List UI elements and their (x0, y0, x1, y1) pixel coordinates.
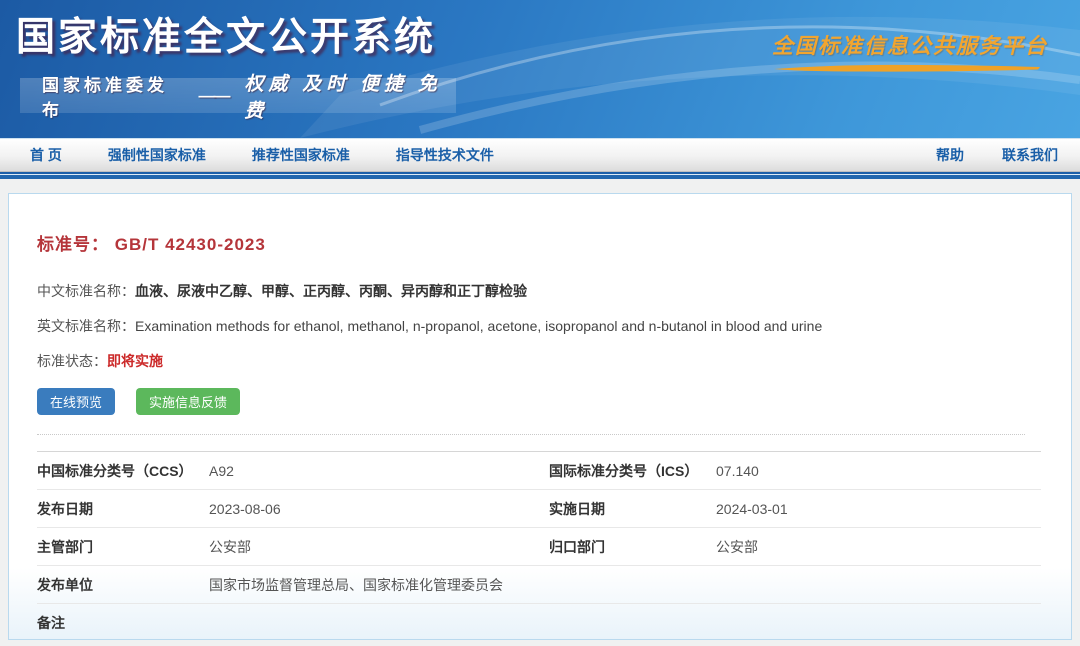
nav-item-contact-us[interactable]: 联系我们 (1002, 145, 1058, 165)
ics-value: 07.140 (716, 463, 1041, 479)
nav-item-recommended-standards[interactable]: 推荐性国家标准 (252, 145, 350, 165)
nav-underline-divider (0, 171, 1080, 179)
dash-decoration: —— (199, 86, 229, 106)
issuing-unit-label: 发布单位 (37, 575, 209, 595)
nav-left-group: 首 页 强制性国家标准 推荐性国家标准 指导性技术文件 (30, 145, 494, 165)
implement-date-label: 实施日期 (549, 499, 716, 519)
table-row: 发布单位 国家市场监督管理总局、国家标准化管理委员会 (37, 565, 1041, 603)
remarks-label: 备注 (37, 613, 209, 633)
chinese-name-line: 中文标准名称： 血液、尿液中乙醇、甲醇、正丙醇、丙酮、异丙醇和正丁醇检验 (37, 281, 1071, 301)
table-row: 中国标准分类号（CCS） A92 国际标准分类号（ICS） 07.140 (37, 451, 1041, 489)
issuing-unit-value: 国家市场监督管理总局、国家标准化管理委员会 (209, 575, 549, 595)
implementation-feedback-button[interactable]: 实施信息反馈 (136, 388, 240, 415)
standard-number-label: 标准号： (37, 235, 109, 254)
platform-name: 全国标准信息公共服务平台 (772, 30, 1048, 60)
nav-item-help[interactable]: 帮助 (936, 145, 964, 165)
header-sub-banner: 国家标准委发布 —— 权威 及时 便捷 免费 (20, 78, 456, 113)
english-name-value: Examination methods for ethanol, methano… (135, 318, 822, 334)
competent-dept-label: 主管部门 (37, 537, 209, 557)
publish-date-value: 2023-08-06 (209, 501, 549, 517)
nav-right-group: 帮助 联系我们 (936, 145, 1062, 165)
english-name-line: 英文标准名称： Examination methods for ethanol,… (37, 316, 1071, 336)
centralized-dept-label: 归口部门 (549, 537, 716, 557)
standard-detail-card: 标准号： GB/T 42430-2023 中文标准名称： 血液、尿液中乙醇、甲醇… (8, 193, 1072, 640)
chinese-name-value: 血液、尿液中乙醇、甲醇、正丙醇、丙酮、异丙醇和正丁醇检验 (135, 281, 527, 301)
table-row: 主管部门 公安部 归口部门 公安部 (37, 527, 1041, 565)
implement-date-value: 2024-03-01 (716, 501, 1041, 517)
platform-logo[interactable]: 全国标准信息公共服务平台 (772, 30, 1048, 73)
online-preview-button[interactable]: 在线预览 (37, 388, 115, 415)
action-buttons: 在线预览 实施信息反馈 (37, 388, 1071, 415)
publish-date-label: 发布日期 (37, 499, 209, 519)
competent-dept-value: 公安部 (209, 537, 549, 557)
ccs-value: A92 (209, 463, 549, 479)
table-row: 发布日期 2023-08-06 实施日期 2024-03-01 (37, 489, 1041, 527)
table-row: 备注 (37, 603, 1041, 641)
status-label: 标准状态： (37, 351, 107, 371)
centralized-dept-value: 公安部 (716, 537, 1041, 557)
status-line: 标准状态： 即将实施 (37, 351, 1071, 371)
site-title[interactable]: 国家标准全文公开系统 (16, 6, 436, 62)
details-table: 中国标准分类号（CCS） A92 国际标准分类号（ICS） 07.140 发布日… (9, 451, 1071, 641)
chinese-name-label: 中文标准名称： (37, 281, 135, 301)
dotted-divider (37, 434, 1025, 435)
slogan-text: 权威 及时 便捷 免费 (245, 69, 457, 123)
ics-label: 国际标准分类号（ICS） (549, 461, 716, 481)
brush-underline-decoration (772, 63, 1042, 73)
standard-number-value: GB/T 42430-2023 (115, 235, 266, 254)
ccs-label: 中国标准分类号（CCS） (37, 461, 209, 481)
english-name-label: 英文标准名称： (37, 316, 135, 336)
nav-item-home[interactable]: 首 页 (30, 145, 62, 165)
nav-item-mandatory-standards[interactable]: 强制性国家标准 (108, 145, 206, 165)
publisher-text: 国家标准委发布 (42, 71, 183, 121)
nav-item-guiding-documents[interactable]: 指导性技术文件 (396, 145, 494, 165)
site-header: 国家标准全文公开系统 国家标准委发布 —— 权威 及时 便捷 免费 全国标准信息… (0, 0, 1080, 138)
standard-number-heading: 标准号： GB/T 42430-2023 (37, 230, 1071, 255)
main-navigation: 首 页 强制性国家标准 推荐性国家标准 指导性技术文件 帮助 联系我们 (0, 138, 1080, 171)
status-badge: 即将实施 (107, 351, 163, 371)
